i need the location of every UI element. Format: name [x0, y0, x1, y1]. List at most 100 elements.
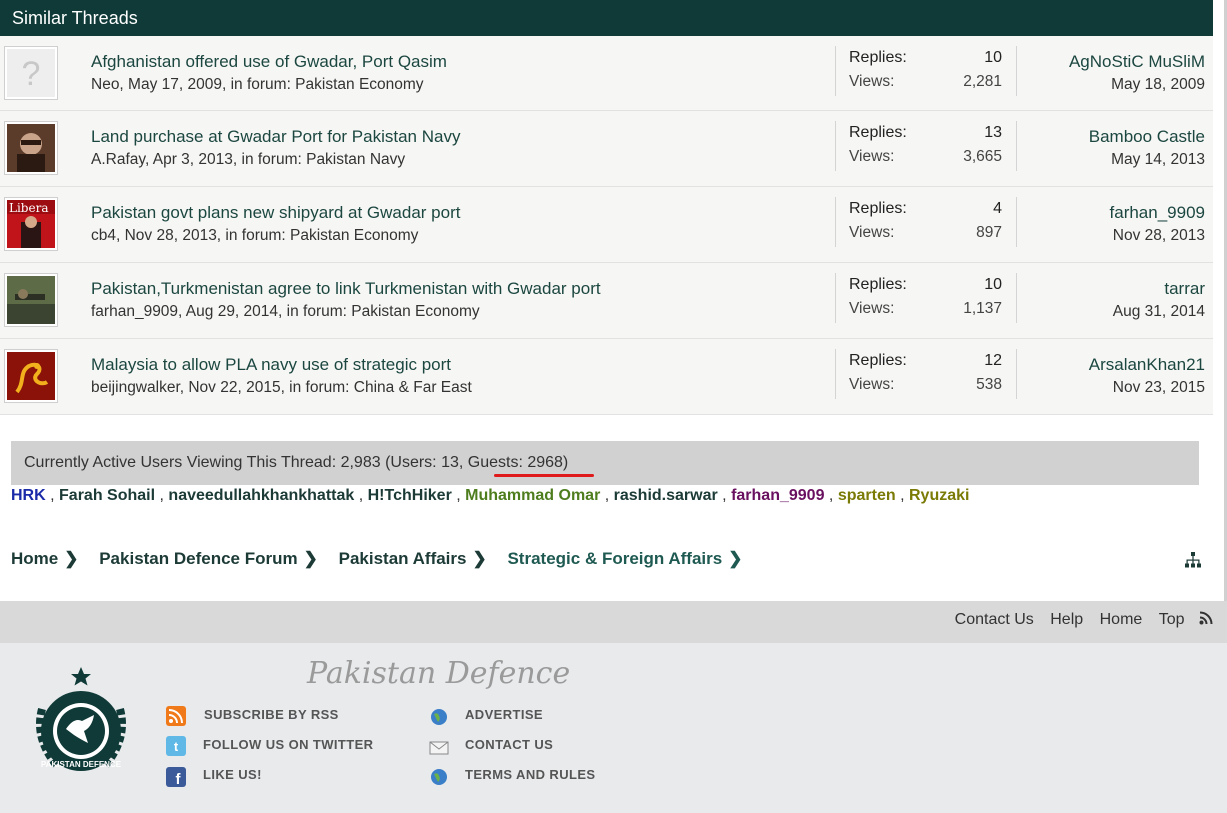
last-post: tarrar Aug 31, 2014: [1113, 279, 1205, 321]
globe-icon: [431, 709, 447, 725]
chevron-right-icon: ❯: [64, 549, 79, 568]
active-user[interactable]: rashid.sarwar: [614, 487, 718, 504]
sitemap-icon[interactable]: [1184, 551, 1202, 569]
thread-row: Libera Pakistan govt plans new shipyard …: [0, 187, 1213, 263]
thread-meta: beijingwalker, Nov 22, 2015, in forum: C…: [91, 379, 472, 396]
logo-text: PAKISTAN DEFENCE: [41, 760, 122, 769]
last-post-date[interactable]: May 14, 2013: [1089, 151, 1205, 169]
thread-title[interactable]: Pakistan govt plans new shipyard at Gwad…: [91, 203, 460, 223]
replies-label: Replies:: [849, 200, 907, 217]
breadcrumb-pakistan-affairs[interactable]: Pakistan Affairs ❯: [339, 549, 487, 569]
footer-link-help[interactable]: Help: [1050, 611, 1083, 628]
last-post-date[interactable]: Nov 28, 2013: [1110, 227, 1205, 245]
thread-title[interactable]: Land purchase at Gwadar Port for Pakista…: [91, 127, 460, 147]
facebook-icon: f: [166, 767, 186, 787]
footer-terms-rules[interactable]: TERMS AND RULES: [465, 767, 595, 782]
active-user[interactable]: HRK: [11, 487, 46, 504]
site-logo[interactable]: PAKISTAN DEFENCE: [22, 659, 140, 783]
replies-label: Replies:: [849, 276, 907, 293]
rss-icon[interactable]: [1199, 611, 1213, 625]
thread-title[interactable]: Afghanistan offered use of Gwadar, Port …: [91, 52, 447, 72]
breadcrumb-strategic-foreign-affairs[interactable]: Strategic & Foreign Affairs ❯: [507, 549, 742, 569]
thread-row: Land purchase at Gwadar Port for Pakista…: [0, 111, 1213, 187]
thread-stats: Replies: 4 Views: 897: [835, 197, 1017, 247]
footer-like-us[interactable]: LIKE US!: [203, 767, 262, 782]
footer-body: [0, 643, 1227, 813]
avatar[interactable]: ?: [4, 46, 58, 100]
avatar[interactable]: [4, 121, 58, 175]
views-count: 2,281: [963, 73, 1002, 90]
footer-link-contact[interactable]: Contact Us: [955, 611, 1034, 628]
last-post: Bamboo Castle May 14, 2013: [1089, 127, 1205, 169]
active-user[interactable]: naveedullahkhankhattak: [168, 487, 354, 504]
replies-count: 4: [993, 200, 1002, 217]
avatar[interactable]: [4, 273, 58, 327]
views-label: Views:: [849, 148, 895, 165]
replies-count: 10: [984, 276, 1002, 293]
thread-stats: Replies: 10 Views: 1,137: [835, 273, 1017, 323]
last-post-date[interactable]: Nov 23, 2015: [1089, 379, 1205, 397]
breadcrumb-home[interactable]: Home ❯: [11, 549, 78, 569]
views-label: Views:: [849, 300, 895, 317]
thread-meta: A.Rafay, Apr 3, 2013, in forum: Pakistan…: [91, 151, 406, 168]
globe-icon: [431, 769, 447, 785]
last-post: farhan_9909 Nov 28, 2013: [1110, 203, 1205, 245]
last-post-date[interactable]: May 18, 2009: [1069, 76, 1205, 94]
svg-text:t: t: [174, 739, 179, 754]
views-label: Views:: [849, 376, 895, 393]
thread-title[interactable]: Malaysia to allow PLA navy use of strate…: [91, 355, 451, 375]
views-label: Views:: [849, 224, 895, 241]
last-post-user[interactable]: ArsalanKhan21: [1089, 355, 1205, 375]
breadcrumb: Home ❯ Pakistan Defence Forum ❯ Pakistan A…: [11, 549, 758, 569]
last-post-date[interactable]: Aug 31, 2014: [1113, 303, 1205, 321]
views-label: Views:: [849, 73, 895, 90]
svg-text:?: ?: [22, 55, 41, 93]
replies-label: Replies:: [849, 352, 907, 369]
active-user[interactable]: Ryuzaki: [909, 487, 969, 504]
thread-stats: Replies: 12 Views: 538: [835, 349, 1017, 399]
twitter-icon: t: [166, 736, 186, 756]
thread-meta: Neo, May 17, 2009, in forum: Pakistan Ec…: [91, 76, 424, 93]
brand-name: Pakistan Defence: [307, 656, 571, 691]
last-post-user[interactable]: Bamboo Castle: [1089, 127, 1205, 147]
footer-advertise[interactable]: ADVERTISE: [465, 707, 543, 722]
footer-link-home[interactable]: Home: [1100, 611, 1143, 628]
rss-icon: [166, 706, 186, 726]
mail-icon: [429, 741, 449, 755]
avatar[interactable]: [4, 349, 58, 403]
thread-title[interactable]: Pakistan,Turkmenistan agree to link Turk…: [91, 279, 601, 299]
active-user[interactable]: Farah Sohail: [59, 487, 155, 504]
footer-links: Contact Us Help Home Top: [943, 611, 1213, 629]
similar-threads-header: Similar Threads: [0, 0, 1213, 36]
replies-count: 10: [984, 49, 1002, 66]
active-user[interactable]: farhan_9909: [731, 487, 824, 504]
active-user[interactable]: sparten: [838, 487, 896, 504]
footer-follow-twitter[interactable]: FOLLOW US ON TWITTER: [203, 737, 373, 752]
footer-link-top[interactable]: Top: [1159, 611, 1185, 628]
chevron-right-icon: ❯: [728, 549, 743, 568]
views-count: 3,665: [963, 148, 1002, 165]
thread-meta: farhan_9909, Aug 29, 2014, in forum: Pak…: [91, 303, 480, 320]
last-post-user[interactable]: AgNoStiC MuSliM: [1069, 52, 1205, 72]
active-users-summary: Currently Active Users Viewing This Thre…: [11, 441, 1199, 485]
avatar[interactable]: Libera: [4, 197, 58, 251]
thread-row: ? Afghanistan offered use of Gwadar, Por…: [0, 36, 1213, 111]
footer-contact-us[interactable]: CONTACT US: [465, 737, 553, 752]
views-count: 1,137: [963, 300, 1002, 317]
last-post-user[interactable]: tarrar: [1113, 279, 1205, 299]
replies-count: 12: [984, 352, 1002, 369]
last-post-user[interactable]: farhan_9909: [1110, 203, 1205, 223]
footer-subscribe-rss[interactable]: SUBSCRIBE BY RSS: [204, 707, 339, 722]
last-post: ArsalanKhan21 Nov 23, 2015: [1089, 355, 1205, 397]
last-post: AgNoStiC MuSliM May 18, 2009: [1069, 52, 1205, 94]
thread-stats: Replies: 13 Views: 3,665: [835, 121, 1017, 171]
breadcrumb-pakistan-defence-forum[interactable]: Pakistan Defence Forum ❯: [99, 549, 318, 569]
active-user[interactable]: Muhammad Omar: [465, 487, 600, 504]
active-user[interactable]: H!TchHiker: [368, 487, 452, 504]
thread-row: Pakistan,Turkmenistan agree to link Turk…: [0, 263, 1213, 339]
views-count: 897: [976, 224, 1002, 241]
chevron-right-icon: ❯: [303, 549, 318, 568]
thread-list: ? Afghanistan offered use of Gwadar, Por…: [0, 36, 1213, 415]
replies-count: 13: [984, 124, 1002, 141]
thread-row: Malaysia to allow PLA navy use of strate…: [0, 339, 1213, 415]
